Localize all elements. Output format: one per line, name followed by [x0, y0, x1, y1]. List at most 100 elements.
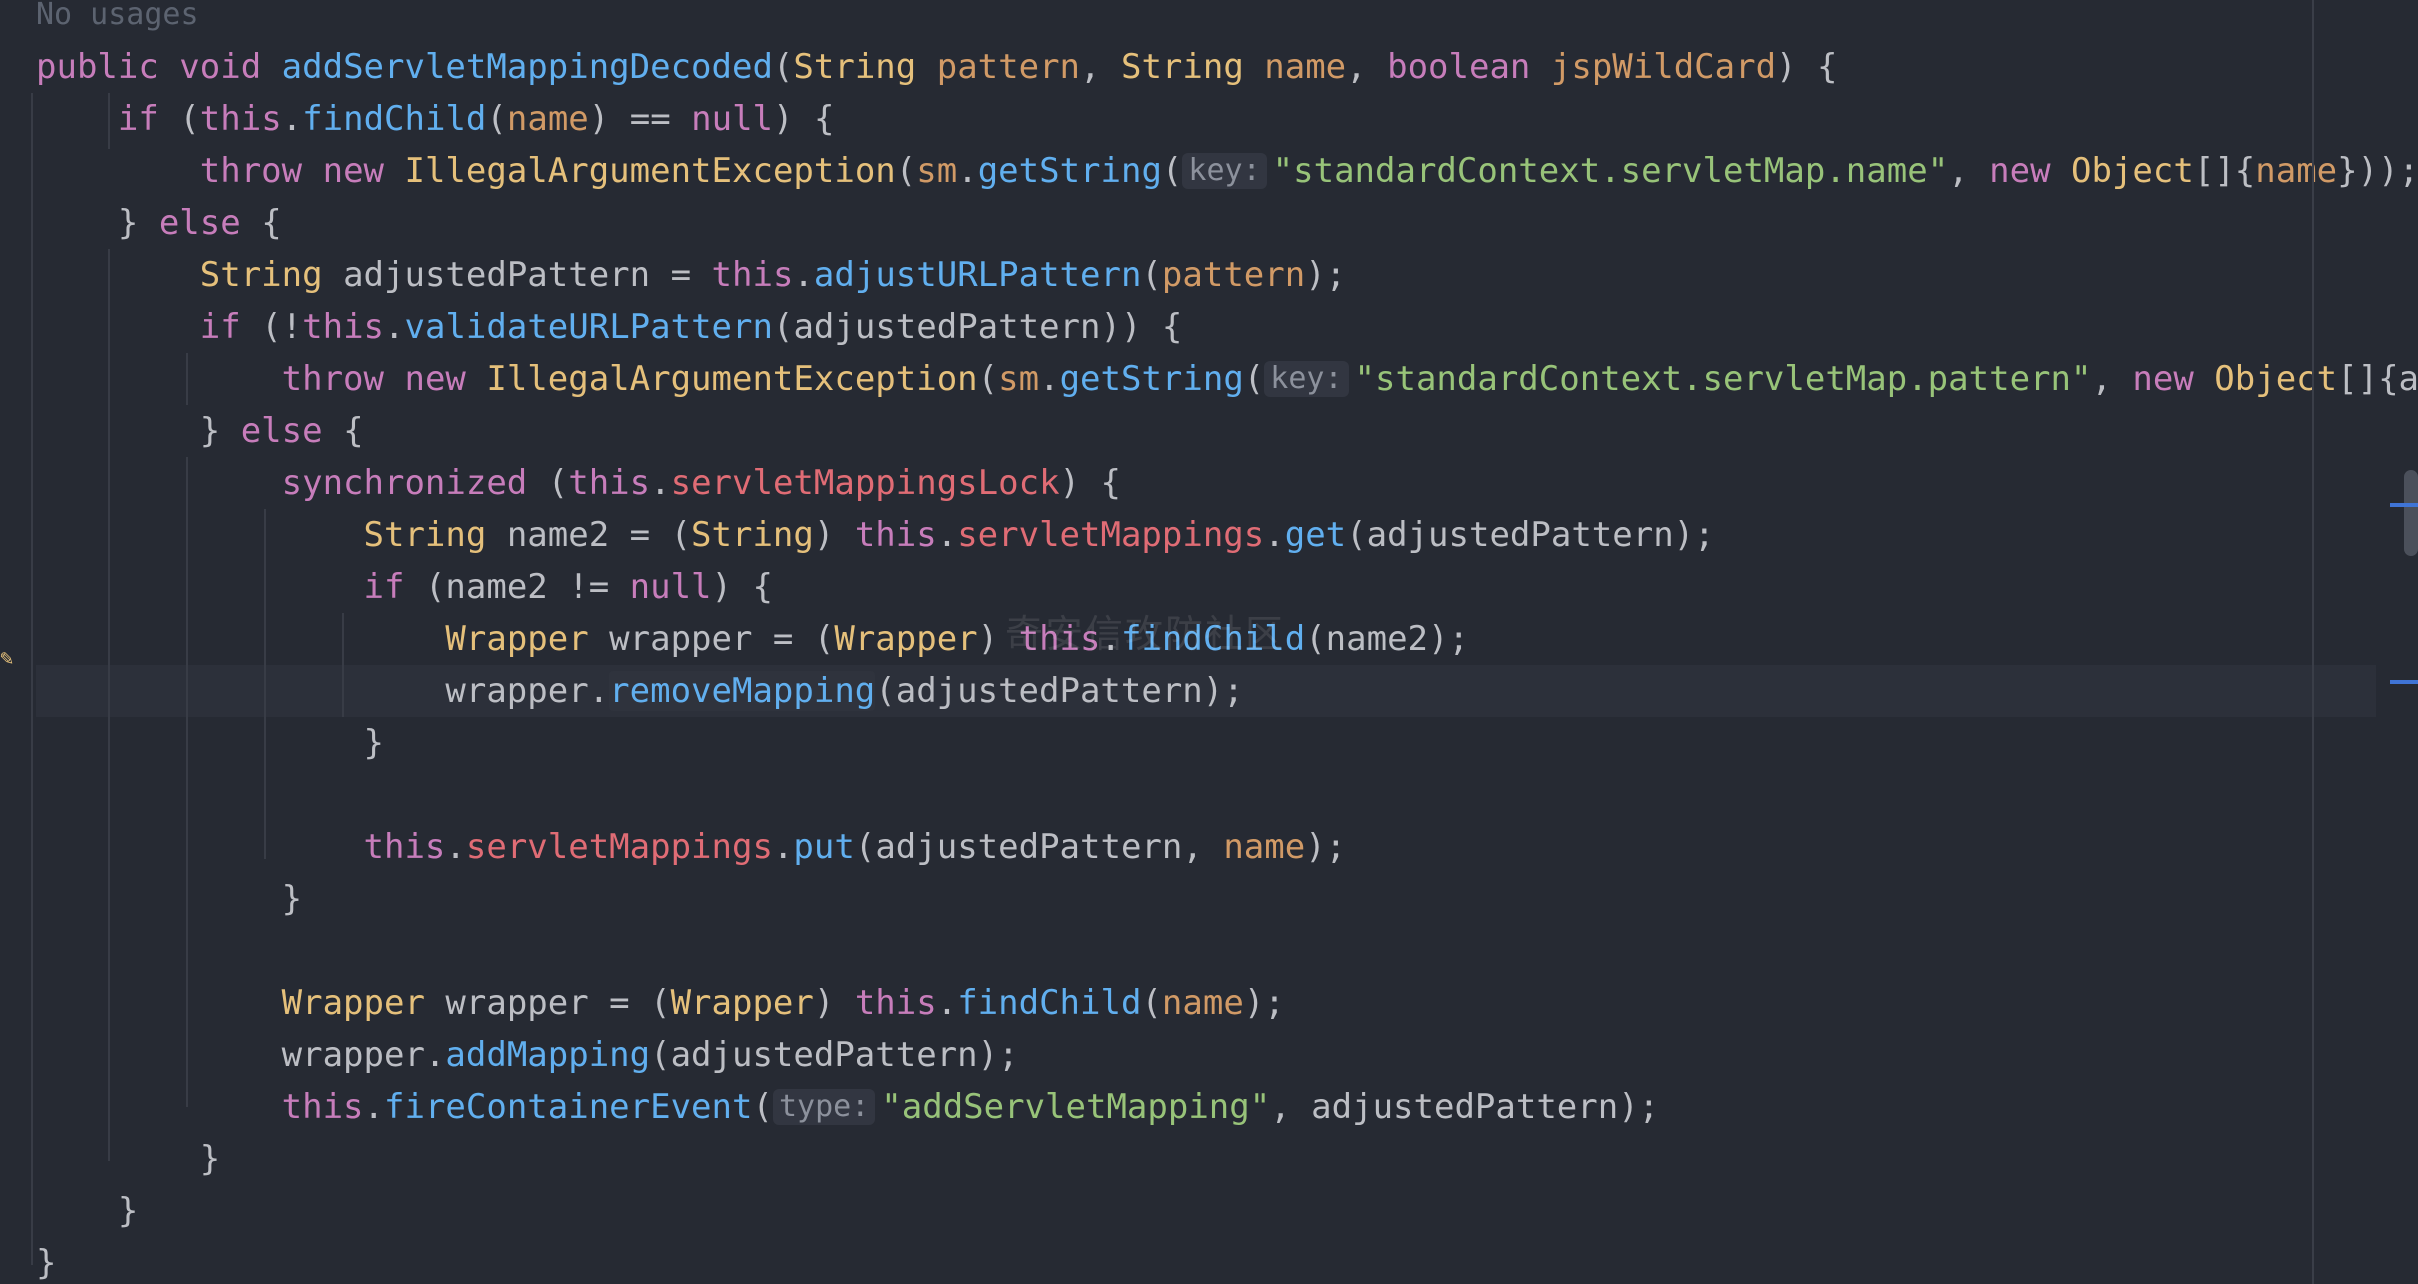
code-line[interactable]: if (!this.validateURLPattern(adjustedPat…	[36, 301, 2376, 353]
code-token: (	[1243, 359, 1265, 399]
code-token: ) {	[1776, 47, 1838, 87]
code-token: wrapper = (	[609, 619, 835, 659]
code-line[interactable]: }	[36, 873, 2376, 925]
code-token: IllegalArgumentException	[486, 359, 978, 399]
code-token: new	[2132, 359, 2215, 399]
code-token: }	[36, 723, 384, 763]
vertical-scrollbar-thumb[interactable]	[2404, 470, 2418, 556]
code-token: Object	[2071, 151, 2194, 191]
code-token: findChild	[957, 983, 1142, 1023]
code-token: adjustURLPattern	[813, 255, 1142, 295]
code-token: this	[199, 99, 282, 139]
code-token: jspWildCard	[1550, 47, 1777, 87]
code-token: .	[281, 99, 303, 139]
code-line[interactable]: this.fireContainerEvent(type: "addServlet…	[36, 1081, 2376, 1133]
code-line[interactable]: } else {	[36, 405, 2376, 457]
code-token: findChild	[302, 99, 487, 139]
code-token: name	[1161, 983, 1244, 1023]
code-token: .	[363, 1087, 385, 1127]
code-line[interactable]: wrapper.removeMapping(adjustedPattern);	[36, 665, 2376, 717]
code-token: .	[445, 827, 466, 867]
code-token: , adjustedPattern);	[1270, 1087, 1660, 1127]
code-token: }));	[2337, 151, 2418, 191]
code-line[interactable]: }	[36, 717, 2376, 769]
indent-guide	[342, 613, 344, 717]
code-token: if	[363, 567, 425, 607]
code-token: (	[772, 47, 794, 87]
code-token: (adjustedPattern);	[875, 671, 1244, 711]
highlighted-method: removeMapping	[609, 671, 876, 711]
code-token: Wrapper	[445, 619, 610, 659]
code-token: .	[936, 515, 958, 555]
code-line[interactable]: Wrapper wrapper = (Wrapper) this.findChi…	[36, 977, 2376, 1029]
code-token: sm	[998, 359, 1040, 399]
code-token: ) ==	[588, 99, 692, 139]
code-line[interactable]: if (this.findChild(name) == null) {	[36, 93, 2376, 145]
code-line[interactable]: }	[36, 1237, 2376, 1284]
code-token: }	[36, 411, 241, 451]
code-token: this	[711, 255, 794, 295]
code-token: wrapper.	[36, 671, 610, 711]
code-token: if	[117, 99, 180, 139]
code-line[interactable]: } else {	[36, 197, 2376, 249]
gutter-change-marker[interactable]: ✎	[0, 648, 13, 670]
code-token: ,	[1080, 47, 1121, 87]
code-token: "addServletMapping"	[881, 1087, 1271, 1127]
code-token: String	[793, 47, 937, 87]
code-token: []{adjustedPattern}));	[2337, 359, 2418, 399]
code-token: void	[179, 47, 282, 87]
code-token: (	[1141, 255, 1162, 295]
scrollbar-marker[interactable]	[2390, 503, 2418, 507]
code-token: .	[936, 983, 958, 1023]
code-token: "standardContext.servletMap.pattern"	[1354, 359, 2092, 399]
code-token: (adjustedPattern);	[1346, 515, 1715, 555]
code-line[interactable]: public void addServletMappingDecoded(Str…	[36, 41, 2376, 93]
code-line[interactable]: throw new IllegalArgumentException(sm.ge…	[36, 145, 2418, 197]
code-token: public	[36, 47, 180, 87]
code-token: .	[650, 463, 671, 503]
code-token: new	[322, 151, 405, 191]
code-line[interactable]: throw new IllegalArgumentException(sm.ge…	[36, 353, 2418, 405]
code-token: []{	[2193, 151, 2256, 191]
code-token: Wrapper	[281, 983, 446, 1023]
code-line[interactable]: this.servletMappings.put(adjustedPattern…	[36, 821, 2376, 873]
indent-guide	[108, 93, 110, 149]
code-token: getString	[977, 151, 1162, 191]
code-token: servletMappings	[957, 515, 1265, 555]
code-line[interactable]: synchronized (this.servletMappingsLock) …	[36, 457, 2376, 509]
code-token: addMapping	[445, 1035, 651, 1075]
code-token: adjustedPattern =	[343, 255, 712, 295]
code-line[interactable]: String name2 = (String) this.servletMapp…	[36, 509, 2376, 561]
code-token: Wrapper	[670, 983, 814, 1023]
code-line[interactable]: }	[36, 1133, 2376, 1185]
code-line[interactable]	[36, 925, 2376, 977]
parameter-name-hint: type:	[772, 1089, 876, 1125]
code-token: (adjustedPattern,	[854, 827, 1224, 867]
code-token: (name2);	[1305, 619, 1469, 659]
indent-guide	[31, 93, 33, 1265]
code-line[interactable]: String adjustedPattern = this.adjustURLP…	[36, 249, 2376, 301]
code-lines[interactable]: public void addServletMappingDecoded(Str…	[36, 41, 2418, 1284]
code-line[interactable]: wrapper.addMapping(adjustedPattern);	[36, 1029, 2376, 1081]
code-token: ) {	[1059, 463, 1121, 503]
code-token: String	[199, 255, 344, 295]
code-token: String	[691, 515, 814, 555]
code-token: Object	[2214, 359, 2338, 399]
code-token: ) {	[773, 99, 835, 139]
scrollbar-marker[interactable]	[2390, 680, 2418, 684]
code-token: else	[158, 203, 262, 243]
code-token: IllegalArgumentException	[404, 151, 896, 191]
code-line[interactable]	[36, 769, 2376, 821]
code-token: pattern	[1161, 255, 1306, 295]
code-editor[interactable]: No usages public void addServletMappingD…	[0, 0, 2418, 1284]
code-token: ,	[1948, 151, 1990, 191]
code-line[interactable]: }	[36, 1185, 2376, 1237]
code-token: .	[957, 151, 978, 191]
usage-hint[interactable]: No usages	[36, 0, 2376, 41]
code-token: throw	[281, 359, 405, 399]
